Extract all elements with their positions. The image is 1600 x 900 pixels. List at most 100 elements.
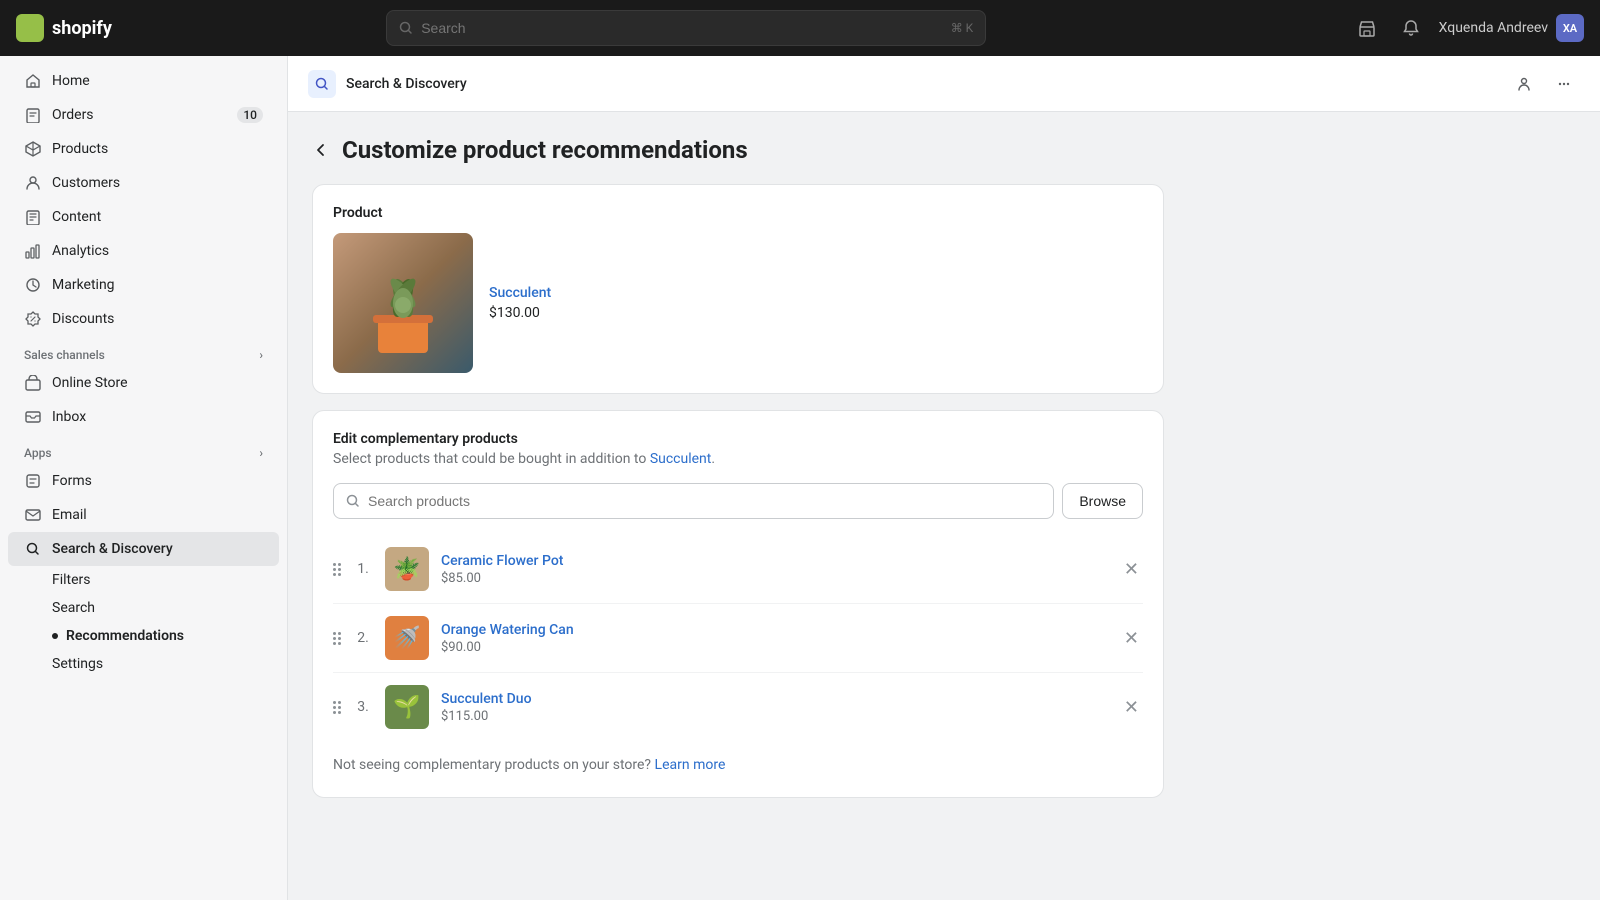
sidebar-label-forms: Forms	[52, 473, 92, 489]
sidebar-item-orders[interactable]: Orders 10	[8, 98, 279, 132]
sidebar-label-online-store: Online Store	[52, 375, 128, 391]
search-shortcut: ⌘ K	[951, 21, 974, 35]
item-details-3: Succulent Duo $115.00	[441, 691, 1108, 724]
customers-icon	[24, 174, 42, 192]
forms-icon	[24, 472, 42, 490]
sidebar-item-inbox[interactable]: Inbox	[8, 400, 279, 434]
edit-description: Select products that could be bought in …	[333, 451, 1143, 467]
sidebar-sub-item-recommendations[interactable]: Recommendations	[8, 622, 279, 650]
item-name-3[interactable]: Succulent Duo	[441, 691, 1108, 707]
sidebar-sub-item-search[interactable]: Search	[8, 594, 279, 622]
ellipsis-icon	[1556, 76, 1572, 92]
active-bullet	[52, 633, 58, 639]
drag-handle-2[interactable]	[333, 632, 341, 645]
sidebar-item-products[interactable]: Products	[8, 132, 279, 166]
product-search-bar[interactable]	[333, 483, 1054, 519]
sidebar-label-discounts: Discounts	[52, 311, 114, 327]
user-icon	[1516, 76, 1532, 92]
remove-button-3[interactable]: ✕	[1120, 693, 1143, 722]
sidebar-item-customers[interactable]: Customers	[8, 166, 279, 200]
succulent-link[interactable]: Succulent	[650, 451, 712, 467]
remove-button-1[interactable]: ✕	[1120, 555, 1143, 584]
app-bar-icon	[308, 70, 336, 98]
global-search-input[interactable]	[421, 20, 942, 36]
sidebar-sub-label-search: Search	[52, 600, 95, 616]
app-bar-right	[1508, 68, 1580, 100]
store-icon-button[interactable]	[1351, 12, 1383, 44]
learn-more-link[interactable]: Learn more	[655, 757, 726, 773]
sales-channels-chevron[interactable]: ›	[259, 348, 263, 362]
sidebar-item-discounts[interactable]: Discounts	[8, 302, 279, 336]
bell-icon	[1402, 19, 1420, 37]
sidebar-label-content: Content	[52, 209, 101, 225]
sidebar-item-marketing[interactable]: Marketing	[8, 268, 279, 302]
global-search-bar[interactable]: ⌘ K	[386, 10, 986, 46]
item-name-2[interactable]: Orange Watering Can	[441, 622, 1108, 638]
list-item: 1. 🪴 Ceramic Flower Pot $85.00 ✕	[333, 535, 1143, 604]
sidebar-item-forms[interactable]: Forms	[8, 464, 279, 498]
sidebar-item-search-discovery[interactable]: Search & Discovery	[8, 532, 279, 566]
drag-handle-1[interactable]	[333, 563, 341, 576]
remove-button-2[interactable]: ✕	[1120, 624, 1143, 653]
nav-right-section: Xquenda Andreev XA	[1351, 12, 1584, 44]
sidebar-item-email[interactable]: Email	[8, 498, 279, 532]
list-item: 3. 🌱 Succulent Duo $115.00 ✕	[333, 673, 1143, 741]
complementary-products-list: 1. 🪴 Ceramic Flower Pot $85.00 ✕	[333, 535, 1143, 741]
sidebar-item-content[interactable]: Content	[8, 200, 279, 234]
product-card: Product	[312, 184, 1164, 394]
product-search-input[interactable]	[368, 493, 1041, 509]
sidebar-label-products: Products	[52, 141, 108, 157]
more-options-button[interactable]	[1548, 68, 1580, 100]
app-bar: Search & Discovery	[288, 56, 1600, 112]
product-search-row: Browse	[333, 483, 1143, 519]
item-price-1: $85.00	[441, 571, 1108, 586]
search-discovery-icon	[24, 540, 42, 558]
sidebar-sub-item-filters[interactable]: Filters	[8, 566, 279, 594]
user-guide-button[interactable]	[1508, 68, 1540, 100]
sidebar-item-online-store[interactable]: Online Store	[8, 366, 279, 400]
orders-badge: 10	[237, 107, 263, 123]
inbox-icon	[24, 408, 42, 426]
sidebar-label-orders: Orders	[52, 107, 94, 123]
app-bar-title: Search & Discovery	[346, 76, 467, 92]
notification-bell-button[interactable]	[1395, 12, 1427, 44]
logo: shopify	[16, 14, 196, 42]
orders-icon	[24, 106, 42, 124]
search-icon	[399, 21, 413, 35]
back-arrow-icon	[312, 141, 330, 159]
drag-handle-3[interactable]	[333, 701, 341, 714]
logo-text: shopify	[52, 18, 112, 39]
products-icon	[24, 140, 42, 158]
product-name-link[interactable]: Succulent	[489, 285, 551, 301]
back-button[interactable]	[312, 141, 330, 159]
apps-section-label: Apps ›	[0, 434, 287, 464]
item-price-2: $90.00	[441, 640, 1108, 655]
discounts-icon	[24, 310, 42, 328]
sidebar-label-customers: Customers	[52, 175, 120, 191]
product-price: $130.00	[489, 305, 551, 321]
online-store-icon	[24, 374, 42, 392]
browse-button[interactable]: Browse	[1062, 483, 1143, 519]
sidebar-label-home: Home	[52, 73, 90, 89]
search-discovery-app-icon	[314, 76, 330, 92]
sidebar: Home Orders 10 Products Customers Cont	[0, 56, 288, 900]
succulent-image	[343, 243, 463, 363]
user-section[interactable]: Xquenda Andreev XA	[1439, 14, 1584, 42]
top-navigation: shopify ⌘ K Xquenda Andreev XA	[0, 0, 1600, 56]
item-thumbnail-2: 🚿	[385, 616, 429, 660]
apps-chevron[interactable]: ›	[259, 446, 263, 460]
store-icon	[1358, 19, 1376, 37]
analytics-icon	[24, 242, 42, 260]
sidebar-sub-label-settings: Settings	[52, 656, 103, 672]
shopify-logo-icon	[16, 14, 44, 42]
item-number-1: 1.	[353, 561, 373, 577]
user-avatar: XA	[1556, 14, 1584, 42]
edit-complementary-card: Edit complementary products Select produ…	[312, 410, 1164, 798]
sidebar-item-analytics[interactable]: Analytics	[8, 234, 279, 268]
product-image	[333, 233, 473, 373]
item-name-1[interactable]: Ceramic Flower Pot	[441, 553, 1108, 569]
sidebar-sub-item-settings[interactable]: Settings	[8, 650, 279, 678]
sidebar-item-home[interactable]: Home	[8, 64, 279, 98]
product-section-title: Product	[333, 205, 1143, 221]
item-details-2: Orange Watering Can $90.00	[441, 622, 1108, 655]
